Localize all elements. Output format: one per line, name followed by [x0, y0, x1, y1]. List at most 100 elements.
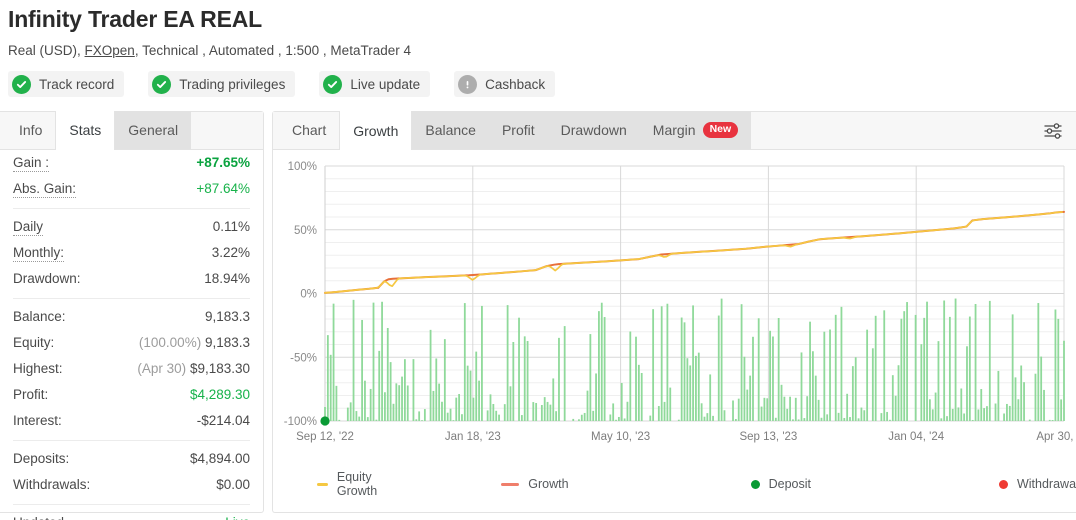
volume-bar [891, 375, 894, 421]
chart-tab-label: Profit [501, 122, 535, 138]
legend-item-growth[interactable]: Growth [501, 477, 569, 491]
volume-bar [800, 352, 803, 421]
broker-link[interactable]: FXOpen [85, 43, 135, 58]
tab-general[interactable]: General [115, 111, 192, 149]
volume-bar [677, 419, 680, 421]
legend-marker-line [501, 482, 520, 486]
stat-value-text: 0.11% [212, 219, 250, 234]
page-title: Infinity Trader EA REAL [8, 6, 262, 32]
stat-value-text: +87.65% [196, 155, 250, 170]
volume-bar [455, 397, 458, 421]
volume-bar [812, 351, 814, 421]
volume-bar [746, 389, 749, 421]
volume-bar [837, 412, 840, 421]
volume-bar [518, 317, 520, 421]
stats-divider [13, 440, 250, 441]
volume-bar [946, 416, 948, 421]
chart-tab-label: Growth [353, 122, 399, 139]
stat-value: -$214.04 [197, 409, 250, 433]
stat-label: Profit: [13, 387, 49, 402]
chart-tab-drawdown[interactable]: Drawdown [547, 111, 640, 149]
chart-tab-chart[interactable]: Chart [279, 111, 339, 149]
x-axis-tick-label: Apr 30, '24 [1036, 431, 1073, 443]
volume-bar [994, 403, 997, 421]
stat-row: Balance: 9,183.3 [13, 304, 250, 330]
badge-live-update[interactable]: Live update [319, 71, 431, 97]
volume-bar [774, 417, 777, 421]
volume-bar [369, 388, 372, 421]
stat-label: Interest: [13, 413, 62, 428]
stat-value: +87.65% [196, 151, 250, 175]
volume-bar [421, 420, 423, 421]
legend-item-equity-growth[interactable]: Equity Growth [317, 470, 384, 498]
volume-bar [931, 409, 934, 421]
volume-bar [960, 388, 963, 421]
volume-bar [623, 418, 626, 421]
volume-bar [706, 413, 709, 421]
stat-label: Balance: [13, 309, 66, 324]
chart-settings-icon[interactable] [1042, 120, 1064, 147]
stat-row: Gain : +87.65% [13, 150, 250, 176]
growth-chart-svg[interactable]: 100% 50% 0% -50% -100% Sep 12, '22 Jan 18, '23… [273, 156, 1073, 456]
stat-value-text: $4,289.30 [189, 387, 250, 402]
x-axis-tick-label: Jan 18, '23 [445, 431, 501, 443]
stat-value-prefix: (Apr 30) [137, 361, 190, 376]
volume-bar [598, 311, 600, 421]
volume-bar [583, 412, 586, 421]
legend-item-withdrawal[interactable]: Withdrawal [998, 477, 1076, 491]
tab-stats[interactable]: Stats [55, 111, 116, 150]
volume-bar [709, 374, 712, 421]
volume-bar [498, 414, 500, 421]
live-status[interactable]: Live [225, 515, 250, 520]
stat-row: Daily 0.11% [13, 214, 250, 240]
badge-cashback[interactable]: Cashback [454, 71, 556, 97]
volume-bar [520, 415, 523, 421]
volume-bar [669, 387, 672, 421]
volume-bar [361, 319, 363, 421]
volume-bar [809, 321, 811, 421]
volume-bar [1057, 318, 1060, 421]
volume-bar [358, 416, 361, 421]
tab-info[interactable]: Info [6, 111, 55, 149]
volume-bar [914, 314, 917, 421]
volume-bar [1034, 373, 1037, 421]
chart-tab-balance[interactable]: Balance [412, 111, 489, 149]
volume-bar [880, 413, 883, 421]
volume-bar [777, 317, 780, 421]
volume-bar [352, 299, 355, 421]
account-meta-line: Real (USD), FXOpen, Technical , Automate… [8, 42, 1068, 60]
stat-value-text: $4,894.00 [189, 451, 250, 466]
stat-row: Withdrawals: $0.00 [13, 472, 250, 498]
volume-bar [851, 366, 854, 421]
badge-trading-privileges[interactable]: Trading privileges [148, 71, 296, 97]
stats-tabbar: Info Stats General [0, 111, 263, 150]
legend-label: Withdrawal [1016, 477, 1076, 491]
volume-bar [803, 418, 806, 421]
deposit-marker[interactable] [320, 416, 330, 426]
volume-bar [503, 404, 506, 421]
volume-bar [737, 398, 740, 421]
stat-row: Highest: (Apr 30) $9,183.30 [13, 356, 250, 382]
volume-bar [495, 410, 498, 421]
chart-tab-profit[interactable]: Profit [488, 111, 548, 149]
volume-bar [928, 399, 931, 421]
chart-tab-margin[interactable]: Margin New [639, 111, 752, 149]
volume-bar [926, 301, 928, 421]
stats-list: Gain : +87.65% Abs. Gain: +87.64% Daily 0.11%… [0, 150, 263, 520]
badge-track-record[interactable]: Track record [8, 71, 125, 97]
stat-label: Monthly: [13, 245, 65, 262]
growth-chart[interactable]: 100% 50% 0% -50% -100% Sep 12, '22 Jan 18, '23… [273, 150, 1076, 512]
chart-tab-growth[interactable]: Growth [339, 111, 413, 150]
volume-bar [657, 406, 660, 421]
volume-bar [640, 372, 643, 421]
volume-bar [834, 314, 837, 421]
volume-bar [589, 334, 592, 421]
volume-bar [486, 410, 489, 421]
chart-tab-label: Drawdown [560, 122, 627, 138]
legend-marker-line [317, 482, 328, 486]
volume-bar [783, 396, 786, 421]
legend-item-deposit[interactable]: Deposit [750, 477, 811, 491]
stat-label: Abs. Gain: [13, 181, 77, 198]
stats-panel: Info Stats General Gain : +87.65% Abs. Gain:… [0, 111, 264, 520]
volume-bar [846, 393, 849, 421]
